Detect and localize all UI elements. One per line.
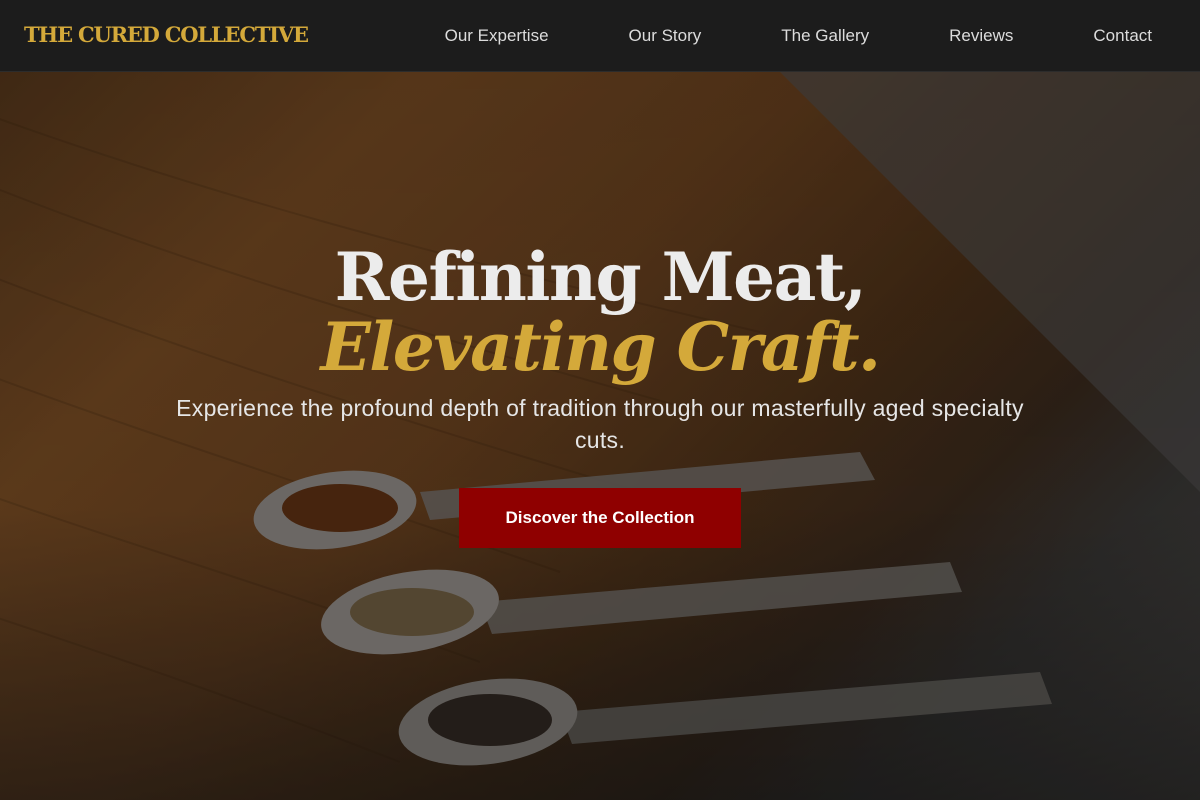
nav-link-reviews[interactable]: Reviews (949, 26, 1013, 46)
hero-title: Refining Meat, Elevating Craft. (0, 240, 1200, 380)
top-navbar: THE CURED COLLECTIVE Our Expertise Our S… (0, 0, 1200, 72)
brand-logo[interactable]: THE CURED COLLECTIVE (24, 22, 309, 47)
hero-title-line-1: Refining Meat, (334, 238, 867, 316)
nav-link-our-story[interactable]: Our Story (629, 26, 702, 46)
hero-content: Refining Meat, Elevating Craft. Experien… (0, 240, 1200, 548)
hero-section: Refining Meat, Elevating Craft. Experien… (0, 72, 1200, 800)
hero-title-line-2: Elevating Craft. (320, 308, 881, 386)
main-nav: Our Expertise Our Story The Gallery Revi… (445, 0, 1152, 72)
hero-subtitle: Experience the profound depth of traditi… (176, 395, 1024, 453)
nav-link-contact[interactable]: Contact (1093, 26, 1152, 46)
discover-collection-button[interactable]: Discover the Collection (459, 488, 741, 548)
nav-link-our-expertise[interactable]: Our Expertise (445, 26, 549, 46)
nav-link-the-gallery[interactable]: The Gallery (781, 26, 869, 46)
